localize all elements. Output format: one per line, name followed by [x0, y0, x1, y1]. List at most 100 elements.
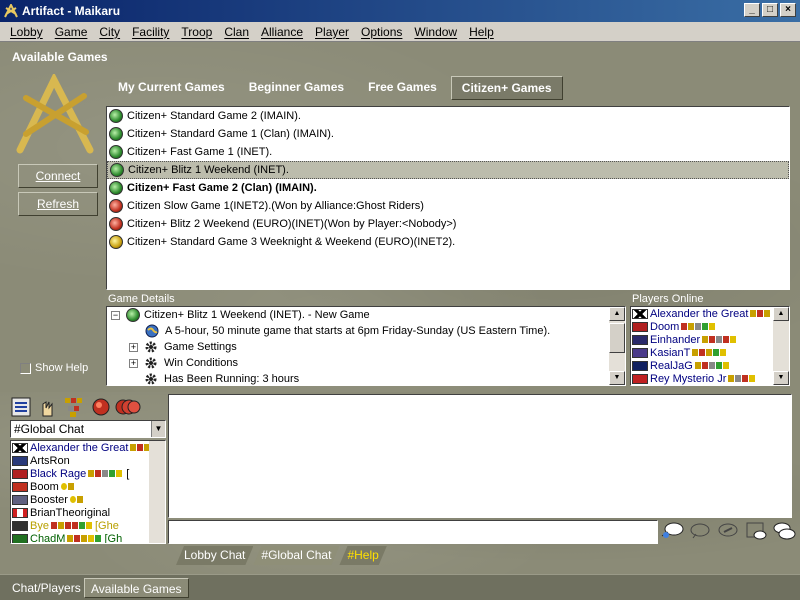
tab-available-games[interactable]: Available Games [84, 578, 189, 598]
menu-facility[interactable]: Facility [126, 25, 175, 39]
clan-flag-icon [12, 442, 28, 453]
whisper-bubble-icon[interactable] [688, 520, 712, 542]
scroll-up-icon[interactable]: ▲ [609, 307, 625, 321]
game-row[interactable]: Citizen+ Standard Game 2 (IMAIN). [107, 107, 789, 125]
player-row[interactable]: Einhander [631, 333, 789, 346]
game-name: Citizen+ Standard Game 1 (Clan) (IMAIN). [127, 128, 334, 140]
menu-help[interactable]: Help [463, 25, 500, 39]
menu-clan[interactable]: Clan [218, 25, 255, 39]
game-row[interactable]: Citizen+ Fast Game 2 (Clan) (IMAIN). [107, 179, 789, 197]
tab-help-chat[interactable]: #Help [339, 546, 386, 565]
menu-options[interactable]: Options [355, 25, 408, 39]
game-row[interactable]: Citizen Slow Game 1(INET2).(Won by Allia… [107, 197, 789, 215]
user-list-scrollbar[interactable] [149, 441, 165, 543]
game-row[interactable]: Citizen+ Blitz 2 Weekend (EURO)(INET)(Wo… [107, 215, 789, 233]
user-row[interactable]: Black Rage [ [11, 467, 165, 480]
user-name: Alexander the Great [30, 441, 129, 454]
tab-free-games[interactable]: Free Games [358, 76, 447, 100]
scroll-up-icon[interactable]: ▲ [773, 307, 789, 321]
speech-bubble-icon[interactable] [660, 520, 684, 542]
maximize-button[interactable]: □ [762, 3, 778, 17]
user-row[interactable]: Alexander the Great [11, 441, 165, 454]
artifact-logo-icon [16, 74, 94, 154]
chat-input[interactable] [168, 520, 658, 544]
game-list: Citizen+ Standard Game 2 (IMAIN). Citize… [106, 106, 790, 290]
tree-win-conditions[interactable]: + Win Conditions [107, 355, 625, 371]
rank-medals-icon[interactable] [62, 396, 84, 418]
globe-icon[interactable] [90, 396, 112, 418]
channel-select[interactable]: #Global Chat ▼ [10, 420, 166, 438]
player-row[interactable]: Alexander the Great [631, 307, 789, 320]
private-chat-icon[interactable] [744, 520, 768, 542]
clan-flag-icon [632, 347, 648, 358]
menu-lobby[interactable]: Lobby [4, 25, 49, 39]
tree-root[interactable]: − Citizen+ Blitz 1 Weekend (INET). - New… [107, 307, 625, 323]
send-message-icon[interactable] [772, 520, 796, 542]
tab-citizen-plus-games[interactable]: Citizen+ Games [450, 76, 563, 100]
rank-badges-icon [728, 375, 756, 382]
expand-icon[interactable]: + [129, 358, 138, 368]
player-row[interactable]: Rey Mysterio Jr [631, 372, 789, 385]
game-name: Citizen+ Standard Game 2 (IMAIN). [127, 110, 301, 122]
player-row[interactable]: KasianT [631, 346, 789, 359]
close-button[interactable]: × [780, 3, 796, 17]
scroll-down-icon[interactable]: ▼ [609, 371, 625, 385]
player-name: Doom [650, 320, 680, 333]
show-help-checkbox[interactable] [20, 362, 31, 374]
user-row[interactable]: ArtsRon [11, 454, 165, 467]
tree-game-settings[interactable]: + Game Settings [107, 339, 625, 355]
red-globe-icon [109, 217, 123, 231]
connect-button[interactable]: Connect [18, 164, 98, 188]
hand-pointer-icon[interactable] [36, 396, 58, 418]
game-category-tabs: My Current Games Beginner Games Free Gam… [108, 76, 567, 100]
emote-bubble-icon[interactable] [716, 520, 740, 542]
tab-my-current-games[interactable]: My Current Games [108, 76, 235, 100]
chevron-down-icon[interactable]: ▼ [151, 421, 165, 437]
scroll-thumb[interactable] [609, 323, 625, 353]
player-row[interactable]: RealJaG [631, 359, 789, 372]
refresh-button[interactable]: Refresh [18, 192, 98, 216]
expand-icon[interactable]: + [129, 342, 138, 352]
tab-chat-players[interactable]: Chat/Players [6, 578, 87, 598]
game-name: Citizen+ Fast Game 2 (Clan) (IMAIN). [127, 182, 317, 194]
user-row[interactable]: BrianTheoriginal [11, 506, 165, 519]
minimize-button[interactable]: _ [744, 3, 760, 17]
user-row[interactable]: Booster [11, 493, 165, 506]
clan-flag-icon [632, 360, 648, 371]
players-scrollbar[interactable]: ▲ ▼ [773, 307, 789, 385]
user-name: ChadM [30, 532, 66, 544]
game-row[interactable]: Citizen+ Standard Game 1 (Clan) (IMAIN). [107, 125, 789, 143]
tree-root-label: Citizen+ Blitz 1 Weekend (INET). - New G… [144, 309, 370, 321]
rank-badges-icon [694, 362, 729, 369]
user-row[interactable]: ChadM [Gh [11, 532, 165, 544]
user-row[interactable]: Boom [11, 480, 165, 493]
green-globe-icon [109, 181, 123, 195]
tab-global-chat[interactable]: #Global Chat [253, 546, 339, 565]
game-row-selected[interactable]: Citizen+ Blitz 1 Weekend (INET). [107, 161, 789, 179]
user-row[interactable]: Bye [Ghe [11, 519, 165, 532]
multi-globe-icon[interactable] [114, 396, 142, 418]
collapse-icon[interactable]: − [111, 310, 120, 320]
chat-message-area [168, 394, 792, 518]
menu-window[interactable]: Window [408, 25, 463, 39]
game-row[interactable]: Citizen+ Standard Game 3 Weeknight & Wee… [107, 233, 789, 251]
tab-beginner-games[interactable]: Beginner Games [239, 76, 354, 100]
details-scrollbar[interactable]: ▲ ▼ [609, 307, 625, 385]
player-list-icon[interactable] [10, 396, 32, 418]
menu-game[interactable]: Game [49, 25, 94, 39]
menu-player[interactable]: Player [309, 25, 355, 39]
rank-badges-icon [750, 310, 771, 317]
show-help-toggle[interactable]: Show Help [20, 362, 88, 374]
tab-lobby-chat[interactable]: Lobby Chat [176, 546, 253, 565]
menu-alliance[interactable]: Alliance [255, 25, 309, 39]
chat-tabs: Lobby Chat #Global Chat #Help [176, 546, 387, 565]
scroll-down-icon[interactable]: ▼ [773, 371, 789, 385]
game-details-label: Game Details [108, 293, 175, 305]
menu-city[interactable]: City [93, 25, 126, 39]
gear-icon [145, 373, 157, 385]
game-row[interactable]: Citizen+ Fast Game 1 (INET). [107, 143, 789, 161]
chat-action-icons [660, 520, 796, 542]
user-clan-tag: [Ghe [94, 519, 119, 532]
menu-troop[interactable]: Troop [175, 25, 218, 39]
player-row[interactable]: Doom [631, 320, 789, 333]
